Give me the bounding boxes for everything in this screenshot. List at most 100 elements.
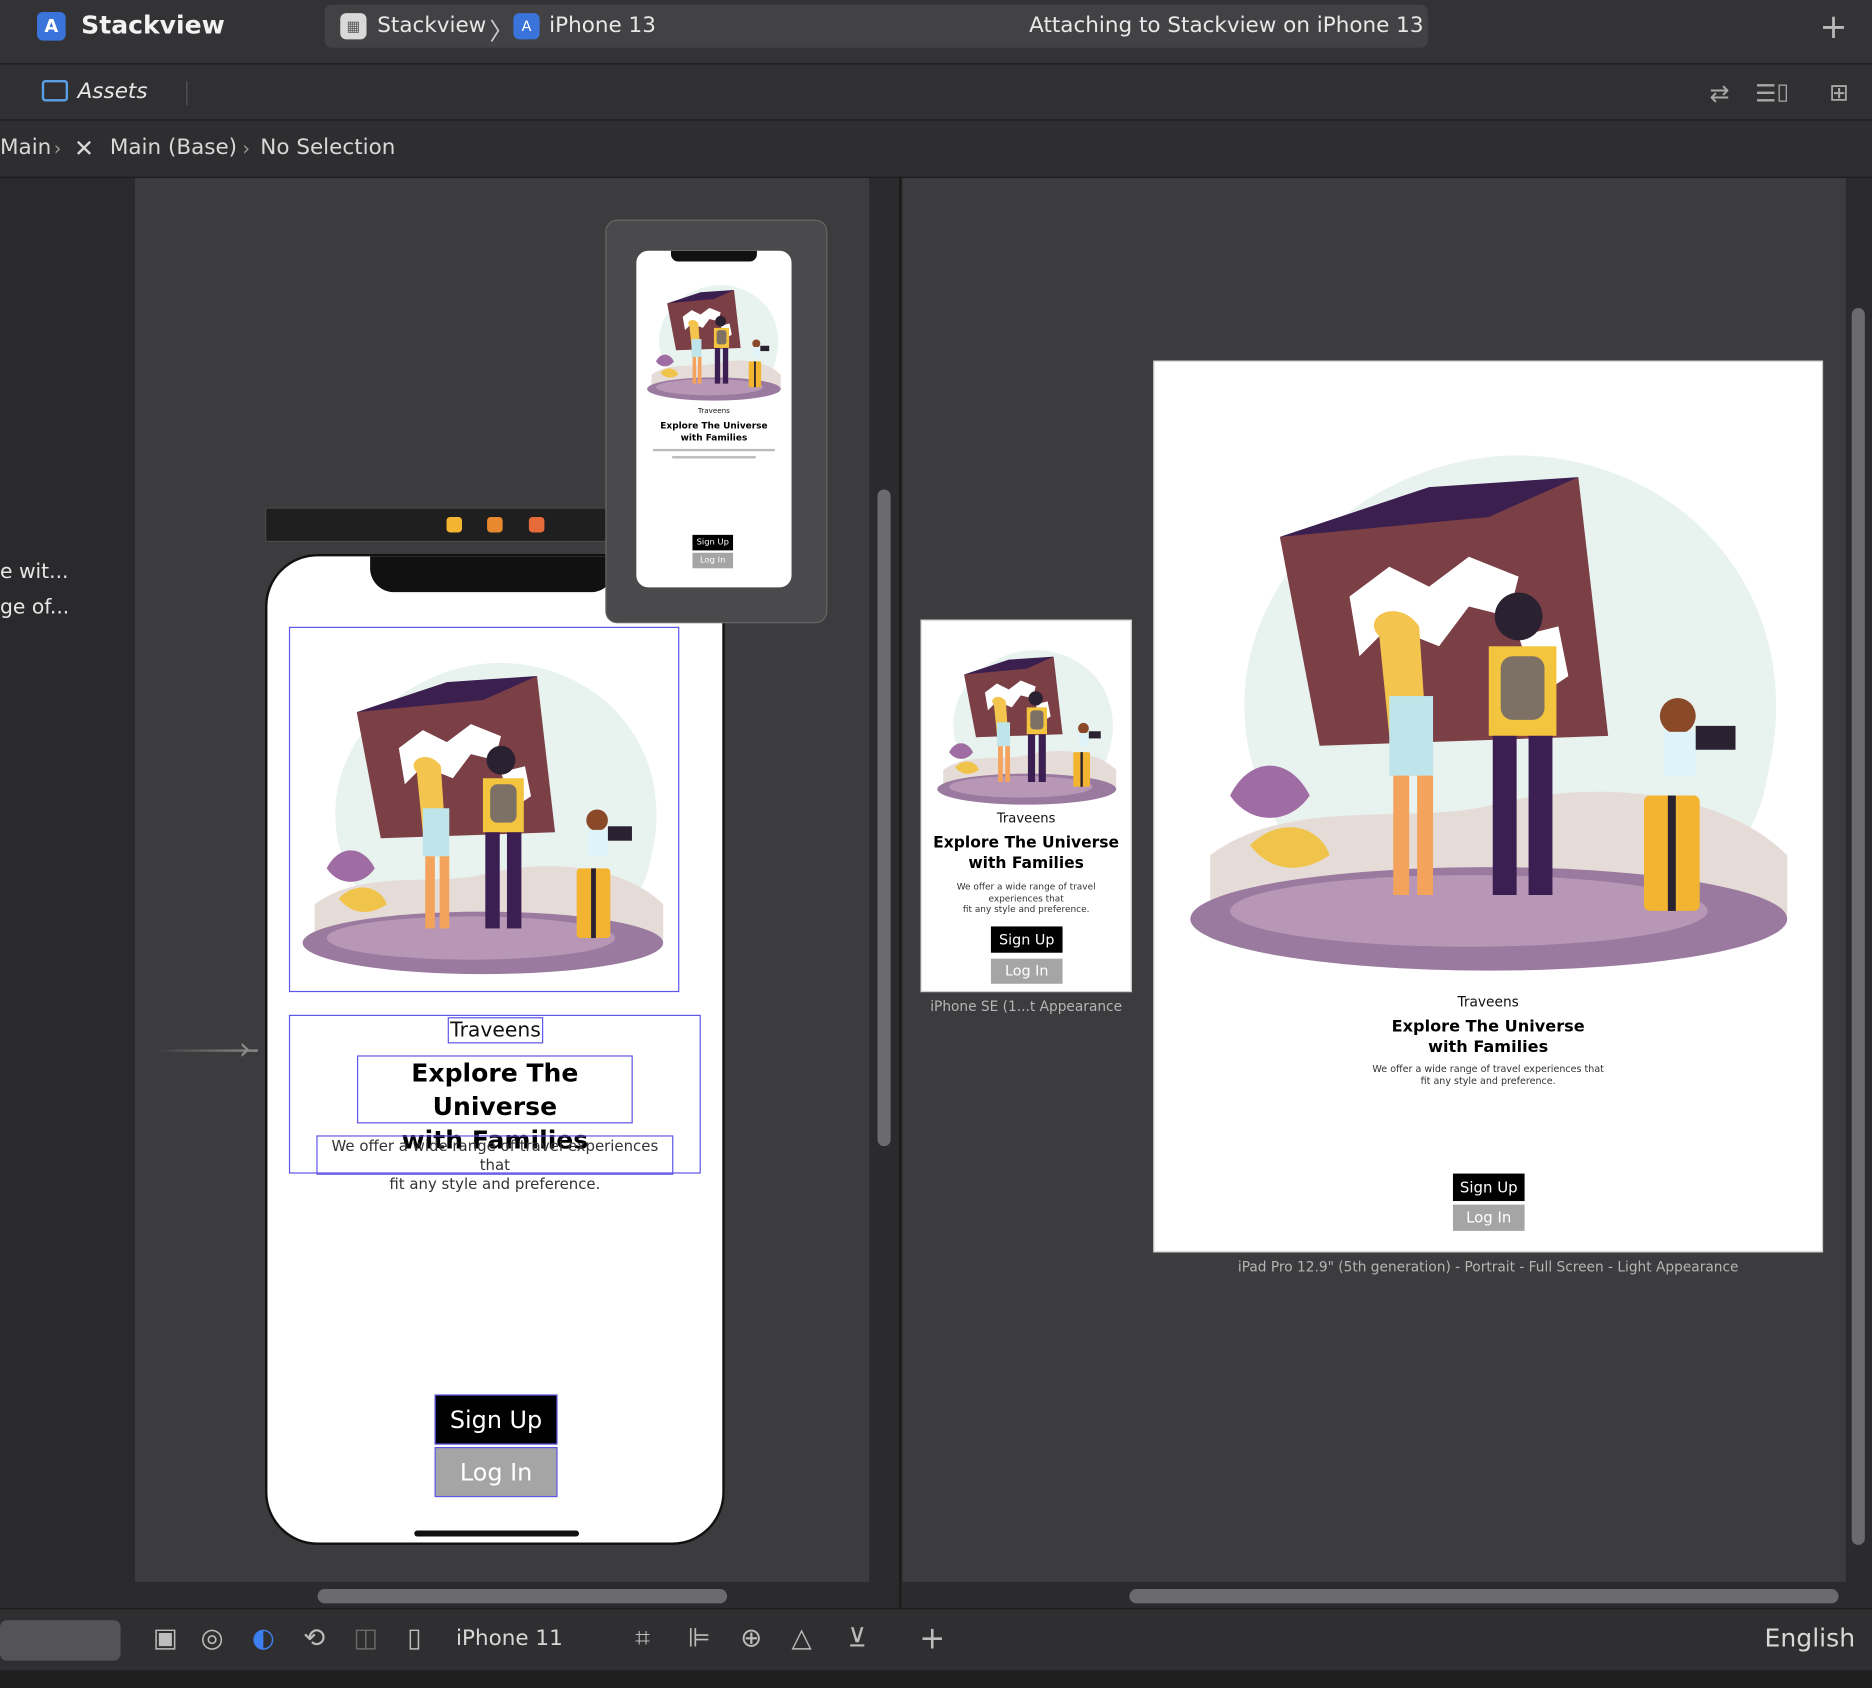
tab-separator — [186, 81, 188, 106]
travel-illustration — [931, 633, 1122, 812]
description-placeholder — [672, 456, 756, 459]
pane-divider[interactable] — [898, 177, 902, 1671]
travel-illustration — [290, 628, 676, 989]
preview-caption: iPhone SE (1...t Appearance — [930, 998, 1123, 1015]
app-title: Stackview — [81, 10, 225, 40]
canvas-vertical-scrollbar[interactable] — [877, 489, 891, 1147]
log-in-button[interactable]: Log In — [434, 1446, 558, 1498]
sign-up-button: Sign Up — [692, 534, 734, 551]
breadcrumb-item-selection[interactable]: No Selection — [260, 135, 395, 160]
headline-label: Explore The Universe with Families — [636, 420, 791, 444]
breadcrumb-item-main-base[interactable]: Main (Base) — [110, 135, 237, 160]
layout-split-icon[interactable]: ◫ — [353, 1624, 378, 1654]
add-editor-icon[interactable]: ⊞ — [1829, 78, 1849, 107]
brand-label[interactable]: Traveens — [447, 1017, 544, 1044]
headline-line: Explore The Universe — [933, 834, 1120, 853]
brand-label: Traveens — [1457, 993, 1519, 1011]
description-line: We offer a wide range of travel experien… — [331, 1136, 659, 1174]
device-app-icon: A — [513, 13, 540, 40]
first-responder-icon[interactable] — [487, 516, 503, 533]
preview-horizontal-scrollbar[interactable] — [1129, 1589, 1839, 1604]
description-line: We offer a wide range of travel — [956, 881, 1096, 892]
xcode-app-icon: A — [37, 11, 66, 41]
headline-line: with Families — [680, 432, 748, 443]
sign-up-button: Sign Up — [990, 926, 1063, 953]
phone-notch — [370, 556, 615, 593]
log-in-button: Log In — [990, 958, 1063, 984]
mini-screen: Traveens Explore The Universe with Famil… — [636, 250, 792, 588]
preview-vertical-scrollbar[interactable] — [1851, 308, 1865, 1545]
add-plus-icon[interactable]: + — [1819, 7, 1847, 46]
headline-label: Explore The Universe with Families — [922, 833, 1131, 874]
editor-tab-bar — [0, 64, 1872, 121]
view-controller-icon[interactable] — [446, 516, 463, 533]
description-line: fit any style and preference. — [962, 903, 1090, 915]
device-phone-icon[interactable]: ▯ — [407, 1624, 421, 1654]
outline-row[interactable]: e wit... — [0, 560, 68, 584]
brand-label: Traveens — [697, 407, 730, 416]
resolve-issues-icon[interactable]: △ — [792, 1624, 812, 1654]
travel-illustration — [642, 272, 785, 406]
description-label: We offer a wide range of travel experien… — [1154, 1064, 1821, 1088]
swap-arrows-icon[interactable]: ⇄ — [1710, 79, 1730, 108]
inspector-layout-icon[interactable]: ▯ — [1776, 79, 1788, 105]
orientation-icon[interactable]: ⟲ — [303, 1624, 325, 1654]
toggle-outline-icon[interactable]: ▣ — [153, 1624, 178, 1654]
breadcrumb-item-main[interactable]: Main — [0, 135, 51, 160]
log-in-button: Log In — [1452, 1204, 1525, 1231]
chevron-right-icon: › — [53, 137, 62, 160]
outline-filter-field[interactable] — [0, 1620, 121, 1661]
description-line: experiences that — [988, 892, 1064, 904]
chevron-right-icon: 〉 — [489, 16, 514, 46]
scheme-target[interactable]: Stackview — [377, 13, 486, 38]
storyboard-icon: ✕ — [74, 133, 95, 163]
iphone-scene[interactable]: Traveens Explore The Universe with Famil… — [265, 553, 725, 1545]
add-preview-plus-icon[interactable]: + — [919, 1621, 945, 1657]
description-line: We offer a wide range of travel experien… — [1372, 1063, 1604, 1075]
exit-icon[interactable] — [528, 516, 545, 533]
phone-notch — [670, 250, 757, 262]
travel-illustration — [1166, 398, 1811, 995]
document-outline — [0, 177, 134, 1609]
scene-dock — [265, 507, 624, 543]
headline-line: with Families — [1428, 1037, 1549, 1057]
scheme-target-icon: ▦ — [340, 13, 367, 40]
outline-row[interactable]: ge of... — [0, 596, 69, 620]
language-selector[interactable]: English — [1765, 1624, 1856, 1653]
headline-label: Explore The Universe with Families — [1154, 1017, 1821, 1058]
mini-device-preview[interactable]: Traveens Explore The Universe with Famil… — [605, 219, 828, 624]
zoom-fit-icon[interactable]: ⌗ — [635, 1624, 650, 1654]
add-constraints-icon[interactable]: ⊕ — [740, 1624, 762, 1654]
description-line: fit any style and preference. — [389, 1174, 601, 1193]
appearance-icon[interactable]: ◐ — [252, 1624, 275, 1654]
accessibility-icon[interactable]: ◎ — [201, 1624, 224, 1654]
log-in-button: Log In — [692, 552, 734, 569]
description-label[interactable]: We offer a wide range of travel experien… — [316, 1135, 674, 1193]
sign-up-button[interactable]: Sign Up — [434, 1394, 558, 1445]
ipad-preview[interactable]: Traveens Explore The Universe with Famil… — [1153, 360, 1824, 1253]
headline-line: Explore The Universe — [1391, 1017, 1585, 1037]
home-indicator — [414, 1530, 580, 1537]
preview-caption: iPad Pro 12.9" (5th generation) - Portra… — [1237, 1258, 1739, 1276]
editor-options-icon[interactable]: ☰ — [1755, 79, 1776, 108]
headline-line: Explore The Universe — [411, 1058, 579, 1122]
headline-label[interactable]: Explore The Universe with Families — [356, 1055, 633, 1154]
headline-line: Explore The Universe — [660, 420, 768, 431]
description-line: fit any style and preference. — [1420, 1075, 1556, 1087]
description-placeholder — [653, 448, 775, 452]
description-label: We offer a wide range of travel experien… — [922, 881, 1131, 915]
canvas-horizontal-scrollbar[interactable] — [317, 1589, 728, 1604]
chevron-right-icon: › — [242, 137, 251, 160]
brand-label: Traveens — [996, 810, 1056, 827]
device-selector[interactable]: iPhone 11 — [456, 1626, 563, 1651]
sign-up-button: Sign Up — [1452, 1173, 1525, 1202]
tab-assets[interactable]: Assets — [78, 79, 148, 104]
align-icon[interactable]: ⊫ — [688, 1624, 711, 1654]
assets-icon — [41, 79, 69, 102]
hero-image-view[interactable] — [288, 626, 680, 993]
embed-in-icon[interactable]: ⊻ — [848, 1624, 867, 1654]
scheme-device[interactable]: iPhone 13 — [549, 13, 656, 38]
iphone-se-preview[interactable]: Traveens Explore The Universe with Famil… — [920, 619, 1132, 993]
headline-line: with Families — [968, 854, 1084, 873]
activity-status: Attaching to Stackview on iPhone 13 — [1029, 13, 1424, 39]
